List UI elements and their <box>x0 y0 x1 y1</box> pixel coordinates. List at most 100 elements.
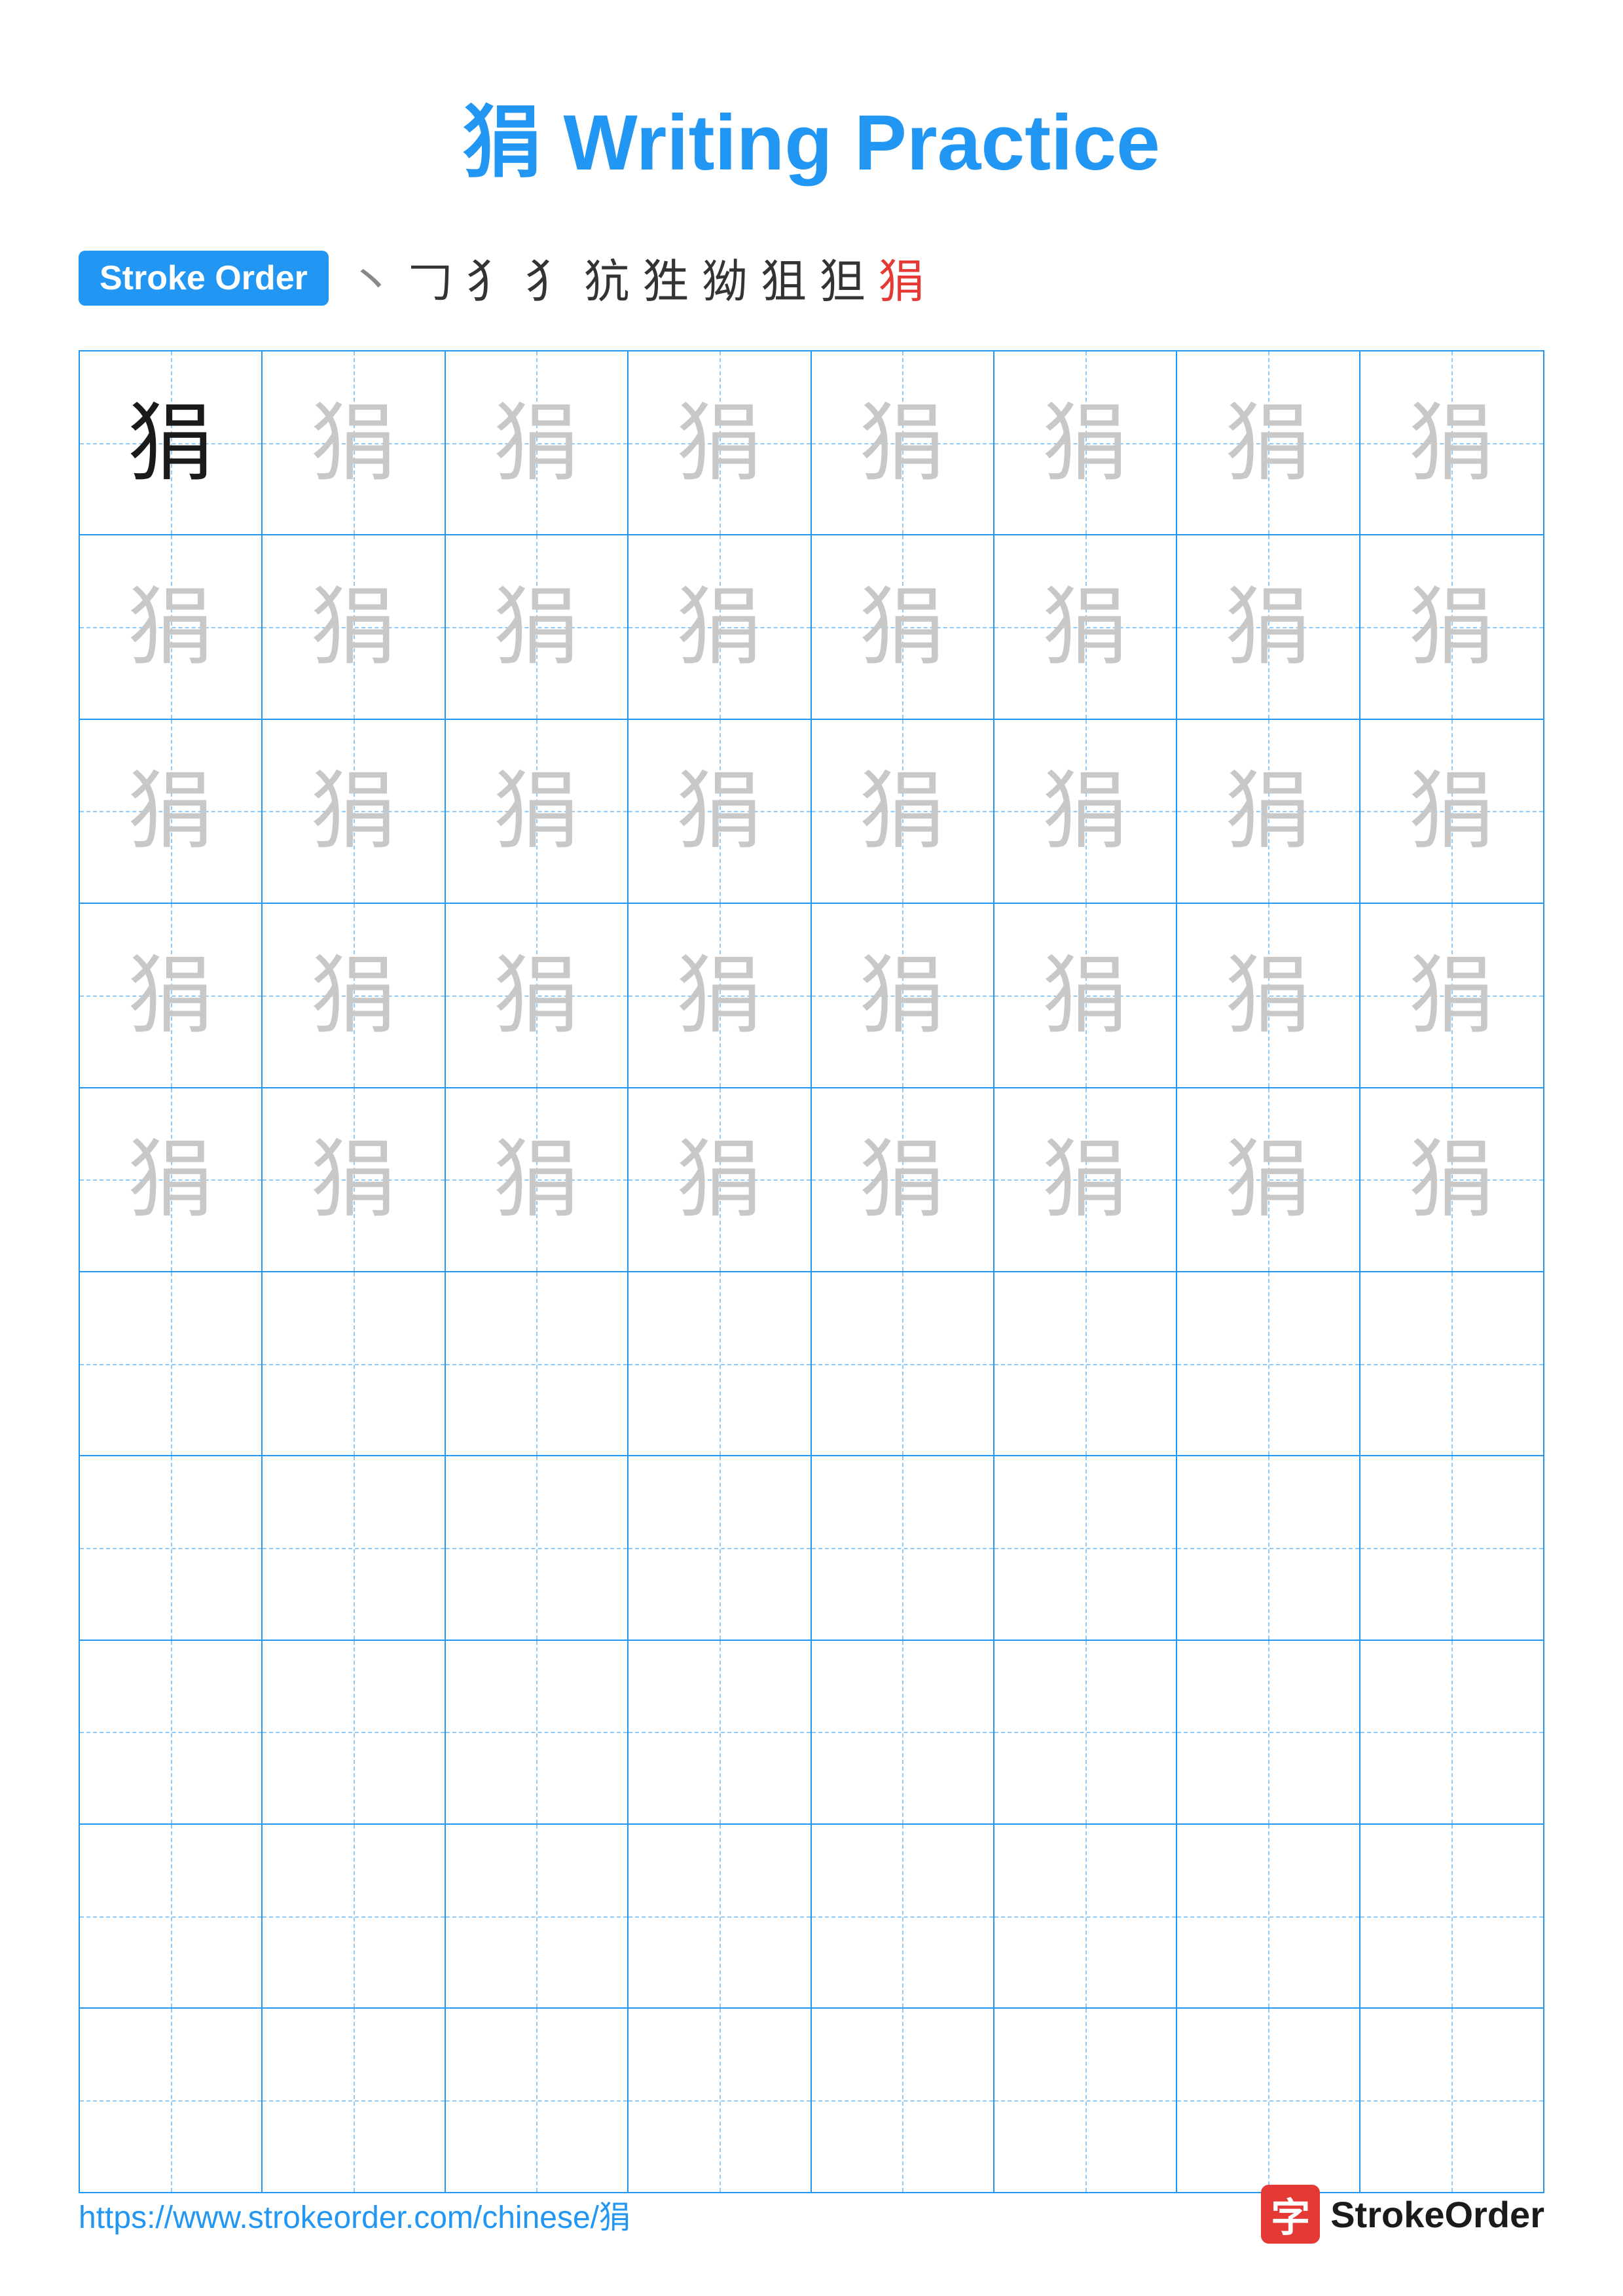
grid-cell-7-8[interactable] <box>1360 1456 1543 1639</box>
grid-cell-8-4[interactable] <box>629 1641 811 1823</box>
logo-text: StrokeOrder <box>1330 2193 1544 2236</box>
grid-cell-5-1[interactable]: 狷 <box>80 1088 263 1271</box>
grid-cell-3-2[interactable]: 狷 <box>263 720 445 903</box>
stroke-7: 狕 <box>702 245 748 311</box>
grid-cell-4-2[interactable]: 狷 <box>263 904 445 1086</box>
grid-cell-7-4[interactable] <box>629 1456 811 1639</box>
grid-cell-3-8[interactable]: 狷 <box>1360 720 1543 903</box>
grid-cell-3-3[interactable]: 狷 <box>446 720 629 903</box>
grid-cell-7-7[interactable] <box>1177 1456 1360 1639</box>
grid-cell-7-3[interactable] <box>446 1456 629 1639</box>
grid-cell-1-1[interactable]: 狷 <box>80 351 263 534</box>
stroke-order-badge: Stroke Order <box>79 251 329 306</box>
grid-cell-2-8[interactable]: 狷 <box>1360 535 1543 718</box>
grid-cell-6-1[interactable] <box>80 1272 263 1455</box>
grid-cell-7-1[interactable] <box>80 1456 263 1639</box>
grid-cell-9-8[interactable] <box>1360 1825 1543 2007</box>
grid-cell-1-3[interactable]: 狷 <box>446 351 629 534</box>
grid-cell-6-2[interactable] <box>263 1272 445 1455</box>
grid-cell-5-2[interactable]: 狷 <box>263 1088 445 1271</box>
grid-cell-5-7[interactable]: 狷 <box>1177 1088 1360 1271</box>
grid-cell-9-2[interactable] <box>263 1825 445 2007</box>
grid-cell-6-3[interactable] <box>446 1272 629 1455</box>
grid-cell-3-7[interactable]: 狷 <box>1177 720 1360 903</box>
grid-cell-6-5[interactable] <box>812 1272 994 1455</box>
grid-cell-9-1[interactable] <box>80 1825 263 2007</box>
grid-row-2: 狷 狷 狷 狷 狷 狷 狷 狷 <box>80 535 1543 719</box>
grid-cell-9-5[interactable] <box>812 1825 994 2007</box>
grid-cell-2-7[interactable]: 狷 <box>1177 535 1360 718</box>
grid-cell-7-6[interactable] <box>994 1456 1177 1639</box>
char-light: 狷 <box>494 401 579 486</box>
grid-cell-7-5[interactable] <box>812 1456 994 1639</box>
grid-cell-2-5[interactable]: 狷 <box>812 535 994 718</box>
grid-row-7 <box>80 1456 1543 1640</box>
grid-cell-5-5[interactable]: 狷 <box>812 1088 994 1271</box>
grid-cell-10-5[interactable] <box>812 2009 994 2191</box>
stroke-6: 狌 <box>643 245 689 311</box>
footer-url[interactable]: https://www.strokeorder.com/chinese/狷 <box>79 2191 630 2237</box>
stroke-5: 犺 <box>584 245 630 311</box>
grid-cell-2-2[interactable]: 狷 <box>263 535 445 718</box>
grid-cell-10-7[interactable] <box>1177 2009 1360 2191</box>
stroke-4: 犭 <box>525 245 571 311</box>
grid-cell-3-5[interactable]: 狷 <box>812 720 994 903</box>
char-light: 狷 <box>860 401 945 486</box>
grid-cell-1-7[interactable]: 狷 <box>1177 351 1360 534</box>
page: 狷 Writing Practice Stroke Order 丶 𠃌 犭 犭 … <box>0 0 1623 2296</box>
char-light: 狷 <box>1409 401 1494 486</box>
grid-cell-4-4[interactable]: 狷 <box>629 904 811 1086</box>
stroke-order-section: Stroke Order 丶 𠃌 犭 犭 犺 狌 狕 狙 狚 狷 <box>79 245 1544 311</box>
grid-cell-2-3[interactable]: 狷 <box>446 535 629 718</box>
grid-cell-8-6[interactable] <box>994 1641 1177 1823</box>
grid-cell-10-3[interactable] <box>446 2009 629 2191</box>
grid-row-8 <box>80 1641 1543 1825</box>
grid-cell-4-8[interactable]: 狷 <box>1360 904 1543 1086</box>
grid-cell-1-2[interactable]: 狷 <box>263 351 445 534</box>
grid-cell-10-8[interactable] <box>1360 2009 1543 2191</box>
char-dark: 狷 <box>128 401 213 486</box>
grid-cell-9-4[interactable] <box>629 1825 811 2007</box>
grid-cell-4-5[interactable]: 狷 <box>812 904 994 1086</box>
grid-cell-4-1[interactable]: 狷 <box>80 904 263 1086</box>
grid-cell-1-6[interactable]: 狷 <box>994 351 1177 534</box>
grid-cell-2-1[interactable]: 狷 <box>80 535 263 718</box>
grid-cell-6-8[interactable] <box>1360 1272 1543 1455</box>
grid-cell-5-8[interactable]: 狷 <box>1360 1088 1543 1271</box>
grid-cell-1-8[interactable]: 狷 <box>1360 351 1543 534</box>
grid-cell-9-6[interactable] <box>994 1825 1177 2007</box>
grid-cell-5-6[interactable]: 狷 <box>994 1088 1177 1271</box>
grid-row-10 <box>80 2009 1543 2191</box>
stroke-2: 𠃌 <box>407 245 453 311</box>
grid-cell-8-5[interactable] <box>812 1641 994 1823</box>
grid-cell-8-8[interactable] <box>1360 1641 1543 1823</box>
grid-cell-10-2[interactable] <box>263 2009 445 2191</box>
grid-cell-6-6[interactable] <box>994 1272 1177 1455</box>
grid-cell-1-4[interactable]: 狷 <box>629 351 811 534</box>
grid-cell-4-7[interactable]: 狷 <box>1177 904 1360 1086</box>
grid-cell-6-7[interactable] <box>1177 1272 1360 1455</box>
grid-cell-9-7[interactable] <box>1177 1825 1360 2007</box>
grid-cell-3-1[interactable]: 狷 <box>80 720 263 903</box>
grid-cell-5-4[interactable]: 狷 <box>629 1088 811 1271</box>
char-light: 狷 <box>1043 401 1128 486</box>
grid-cell-8-7[interactable] <box>1177 1641 1360 1823</box>
grid-cell-2-6[interactable]: 狷 <box>994 535 1177 718</box>
grid-cell-3-6[interactable]: 狷 <box>994 720 1177 903</box>
grid-cell-10-6[interactable] <box>994 2009 1177 2191</box>
grid-cell-5-3[interactable]: 狷 <box>446 1088 629 1271</box>
grid-cell-10-4[interactable] <box>629 2009 811 2191</box>
grid-cell-4-3[interactable]: 狷 <box>446 904 629 1086</box>
grid-cell-6-4[interactable] <box>629 1272 811 1455</box>
grid-cell-2-4[interactable]: 狷 <box>629 535 811 718</box>
grid-cell-3-4[interactable]: 狷 <box>629 720 811 903</box>
grid-cell-8-2[interactable] <box>263 1641 445 1823</box>
grid-cell-4-6[interactable]: 狷 <box>994 904 1177 1086</box>
grid-cell-7-2[interactable] <box>263 1456 445 1639</box>
grid-cell-1-5[interactable]: 狷 <box>812 351 994 534</box>
grid-cell-10-1[interactable] <box>80 2009 263 2191</box>
grid-cell-8-3[interactable] <box>446 1641 629 1823</box>
footer-logo: 字 StrokeOrder <box>1261 2185 1544 2244</box>
grid-cell-9-3[interactable] <box>446 1825 629 2007</box>
grid-cell-8-1[interactable] <box>80 1641 263 1823</box>
